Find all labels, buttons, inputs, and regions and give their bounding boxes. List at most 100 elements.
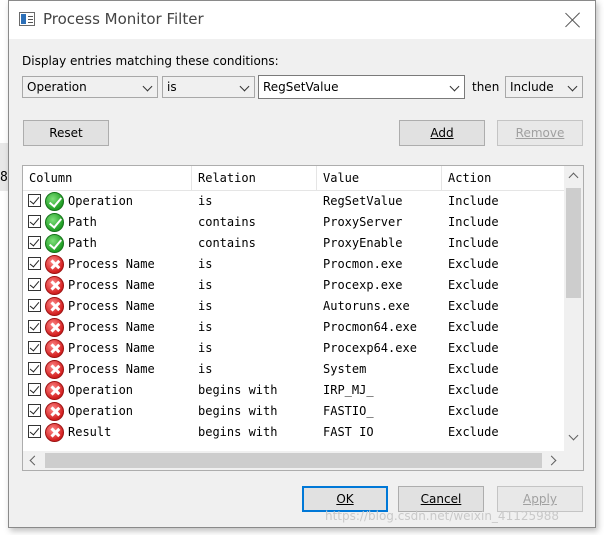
table-row[interactable]: Path contains ProxyServer Include [23, 212, 564, 233]
enabled-checkbox[interactable] [28, 194, 41, 207]
cell-column: Process Name [68, 299, 155, 313]
vertical-scrollbar[interactable] [564, 166, 583, 451]
enabled-checkbox[interactable] [28, 236, 41, 249]
value-combobox[interactable]: RegSetValue [258, 75, 465, 99]
table-row[interactable]: Process Name is Autoruns.exe Exclude [23, 296, 564, 317]
chevron-down-icon [239, 81, 250, 92]
table-row[interactable]: Operation is RegSetValue Include [23, 191, 564, 212]
cell-action: Include [448, 215, 499, 229]
cell-relation: begins with [198, 404, 278, 418]
exclude-x-icon [45, 276, 64, 295]
add-button[interactable]: Add [399, 120, 485, 146]
value-combobox-text: RegSetValue [263, 80, 339, 94]
table-row[interactable]: Process Name is Procmon.exe Exclude [23, 254, 564, 275]
enabled-checkbox[interactable] [28, 215, 41, 228]
cell-action: Exclude [448, 362, 499, 376]
cell-relation: contains [198, 215, 256, 229]
filter-list[interactable]: Column Relation Value Action Operation is… [22, 165, 584, 471]
enabled-checkbox[interactable] [28, 425, 41, 438]
filter-dialog: Process Monitor Filter Display entries m… [8, 0, 596, 528]
cell-action: Exclude [448, 425, 499, 439]
enabled-checkbox[interactable] [28, 299, 41, 312]
remove-button[interactable]: Remove [497, 120, 583, 146]
cell-value: RegSetValue [323, 194, 403, 208]
scroll-left-icon[interactable] [29, 455, 40, 466]
cell-value: FAST IO [323, 425, 374, 439]
exclude-x-icon [45, 423, 64, 442]
apply-button-label: Apply [523, 492, 557, 506]
cancel-button-label: Cancel [420, 492, 462, 506]
vertical-scroll-thumb[interactable] [566, 188, 581, 298]
column-select-value: Operation [27, 80, 87, 94]
close-icon[interactable] [563, 10, 583, 30]
chevron-down-icon [142, 81, 153, 92]
table-row[interactable]: Process Name is Procexp64.exe Exclude [23, 338, 564, 359]
table-row[interactable]: Path contains ProxyEnable Include [23, 233, 564, 254]
exclude-x-icon [45, 318, 64, 337]
exclude-x-icon [45, 339, 64, 358]
enabled-checkbox[interactable] [28, 320, 41, 333]
scrollbar-corner [564, 451, 583, 470]
cell-value: FASTIO_ [323, 404, 374, 418]
cell-relation: is [198, 362, 213, 376]
cell-column: Process Name [68, 257, 155, 271]
title-bar: Process Monitor Filter [9, 1, 595, 39]
enabled-checkbox[interactable] [28, 362, 41, 375]
cell-value: Autoruns.exe [323, 299, 410, 313]
cell-action: Exclude [448, 257, 499, 271]
table-row[interactable]: Process Name is Procmon64.exe Exclude [23, 317, 564, 338]
action-select[interactable]: Include [505, 76, 583, 98]
table-row[interactable]: Process Name is Procexp.exe Exclude [23, 275, 564, 296]
table-row[interactable]: Operation begins with FASTIO_ Exclude [23, 401, 564, 422]
enabled-checkbox[interactable] [28, 383, 41, 396]
cell-value: IRP_MJ_ [323, 383, 374, 397]
column-header-value[interactable]: Value [317, 166, 442, 190]
then-label: then [472, 80, 500, 94]
exclude-x-icon [45, 360, 64, 379]
enabled-checkbox[interactable] [28, 278, 41, 291]
column-header-action[interactable]: Action [442, 166, 564, 190]
enabled-checkbox[interactable] [28, 257, 41, 270]
exclude-x-icon [45, 255, 64, 274]
scroll-right-icon[interactable] [546, 455, 557, 466]
cell-relation: is [198, 299, 213, 313]
cell-value: Procmon64.exe [323, 320, 417, 334]
table-row[interactable]: Process Name is System Exclude [23, 359, 564, 380]
cell-value: Procexp.exe [323, 278, 403, 292]
cell-action: Exclude [448, 299, 499, 313]
scroll-down-icon[interactable] [568, 430, 579, 441]
scroll-up-icon[interactable] [568, 172, 579, 183]
enabled-checkbox[interactable] [28, 404, 41, 417]
reset-button[interactable]: Reset [23, 120, 109, 146]
table-row[interactable]: Result begins with FAST IO Exclude [23, 422, 564, 443]
cell-relation: begins with [198, 425, 278, 439]
cell-action: Exclude [448, 278, 499, 292]
cell-relation: is [198, 194, 213, 208]
cell-value: System [323, 362, 367, 376]
relation-select-value: is [167, 80, 177, 94]
column-header-column[interactable]: Column [23, 166, 192, 190]
ok-button-label: OK [336, 492, 354, 506]
horizontal-scroll-thumb[interactable] [45, 453, 542, 468]
cell-action: Include [448, 194, 499, 208]
app-window-icon [19, 12, 35, 26]
cell-value: ProxyServer [323, 215, 403, 229]
exclude-x-icon [45, 381, 64, 400]
horizontal-scrollbar[interactable] [23, 451, 564, 470]
cell-column: Operation [68, 194, 134, 208]
window-title: Process Monitor Filter [43, 10, 204, 28]
cell-column: Process Name [68, 320, 155, 334]
column-header-relation[interactable]: Relation [192, 166, 317, 190]
chevron-down-icon [567, 81, 578, 92]
cell-value: Procmon.exe [323, 257, 403, 271]
cell-relation: is [198, 320, 213, 334]
cell-column: Path [68, 236, 97, 250]
table-row[interactable]: Operation begins with IRP_MJ_ Exclude [23, 380, 564, 401]
cell-relation: is [198, 341, 213, 355]
chevron-down-icon [449, 81, 460, 92]
exclude-x-icon [45, 402, 64, 421]
column-select[interactable]: Operation [22, 76, 158, 98]
enabled-checkbox[interactable] [28, 341, 41, 354]
cell-column: Result [68, 425, 112, 439]
relation-select[interactable]: is [162, 76, 255, 98]
